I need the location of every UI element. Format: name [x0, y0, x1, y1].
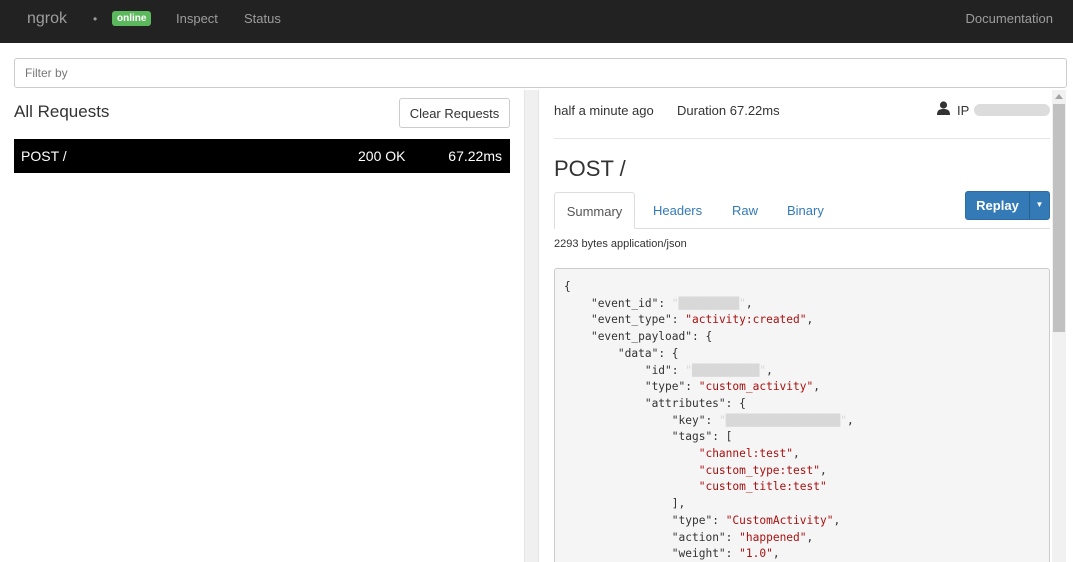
json-line: { [564, 279, 854, 296]
json-value-redacted: "██████████" [685, 363, 767, 377]
request-method-path: POST / [21, 148, 67, 164]
json-value: "CustomActivity" [725, 513, 834, 527]
request-row[interactable]: POST / 200 OK 67.22ms [14, 139, 510, 173]
request-status: 200 OK [358, 148, 406, 164]
request-time-ago: half a minute ago [554, 103, 654, 118]
json-line: "key": "█████████████████", [671, 413, 854, 427]
json-key: "event_id" [590, 296, 659, 310]
json-value: "happened" [739, 530, 807, 544]
json-line: "event_payload": { [564, 329, 854, 346]
json-punct: , [772, 547, 780, 561]
json-key: "tags" [671, 430, 713, 444]
json-punct: , [806, 530, 814, 544]
tab-raw[interactable]: Raw [732, 192, 758, 229]
json-key: "attributes" [644, 396, 726, 410]
ip-label: IP [957, 103, 970, 118]
json-punct: , [806, 313, 814, 327]
replay-button-group: Replay ▼ [965, 191, 1050, 220]
json-punct: : { [725, 396, 746, 410]
json-key: "weight" [671, 547, 726, 561]
json-key: "key" [671, 413, 706, 427]
json-punct: , [833, 513, 841, 527]
json-key: "data" [617, 346, 659, 360]
json-line: ], [564, 496, 854, 513]
json-line: "channel:test", [564, 446, 854, 463]
json-punct: { [564, 280, 571, 293]
user-icon [937, 101, 950, 115]
json-body: { "event_id": "█████████", "event_type":… [564, 279, 854, 562]
top-navbar: ngrok • online Inspect Status Documentat… [0, 0, 1073, 43]
brand-logo[interactable]: ngrok [27, 10, 67, 28]
json-punct: , [846, 413, 854, 427]
replay-button[interactable]: Replay [966, 192, 1029, 219]
json-line: "id": "██████████", [644, 363, 773, 377]
json-punct: , [819, 463, 827, 477]
json-line: "type": "custom_activity", [644, 380, 820, 394]
json-line: "action": "happened", [671, 530, 814, 544]
request-title: POST / [554, 156, 626, 181]
body-size-info: 2293 bytes application/json [554, 238, 687, 250]
json-line: "custom_title:test" [564, 479, 854, 496]
json-body-panel: { "event_id": "█████████", "event_type":… [554, 268, 1050, 562]
json-value: "custom_type:test" [698, 463, 820, 477]
caret-down-icon[interactable]: ▼ [1030, 192, 1049, 219]
scroll-up-arrow-icon[interactable] [1055, 94, 1063, 99]
json-key: "event_payload" [590, 330, 692, 344]
json-punct: , [766, 363, 773, 377]
requests-title: All Requests [14, 102, 110, 121]
json-value: "custom_activity" [698, 380, 814, 394]
tab-binary[interactable]: Binary [787, 192, 824, 229]
json-value: "1.0" [739, 547, 773, 561]
request-duration: 67.22ms [448, 148, 502, 164]
json-value: "activity:created" [685, 313, 807, 327]
nav-link-status[interactable]: Status [244, 11, 281, 26]
scrollbar-thumb[interactable] [1053, 104, 1065, 332]
json-value: "channel:test" [698, 447, 794, 461]
json-line: "type": "CustomActivity", [671, 513, 841, 527]
nav-separator-dot: • [93, 12, 98, 26]
json-line: "event_type": "activity:created", [590, 313, 814, 327]
tab-headers[interactable]: Headers [653, 192, 702, 229]
clear-requests-button[interactable]: Clear Requests [399, 98, 510, 128]
json-key: "action" [671, 530, 726, 544]
json-punct: : { [692, 330, 713, 344]
json-value-redacted: "█████████████████" [718, 413, 847, 427]
json-line: "event_id": "█████████", [590, 296, 753, 310]
request-duration-detail: Duration 67.22ms [677, 103, 780, 118]
json-punct: : { [658, 346, 679, 360]
panel-divider[interactable] [524, 90, 539, 562]
json-line: "attributes": { [564, 396, 854, 413]
json-line: "tags": [ [564, 429, 854, 446]
json-punct: ], [671, 497, 686, 511]
json-key: "type" [671, 513, 713, 527]
json-line: "data": { [564, 346, 854, 363]
json-punct: , [813, 380, 820, 394]
filter-input[interactable] [14, 58, 1067, 88]
json-key: "event_type" [590, 313, 672, 327]
json-punct: , [745, 296, 753, 310]
meta-divider [554, 138, 1050, 139]
status-badge: online [112, 11, 152, 26]
json-punct: , [793, 447, 800, 461]
json-key: "id" [644, 363, 672, 377]
ip-redacted [974, 104, 1050, 116]
nav-link-inspect[interactable]: Inspect [176, 11, 218, 26]
json-line: "weight": "1.0", [671, 547, 780, 561]
json-line: "custom_type:test", [564, 463, 854, 480]
json-value: "custom_title:test" [698, 480, 827, 494]
tab-summary[interactable]: Summary [554, 192, 635, 229]
nav-link-documentation[interactable]: Documentation [966, 11, 1053, 26]
json-key: "type" [644, 380, 686, 394]
json-value-redacted: "█████████" [671, 296, 746, 310]
json-punct: : [ [712, 430, 733, 444]
